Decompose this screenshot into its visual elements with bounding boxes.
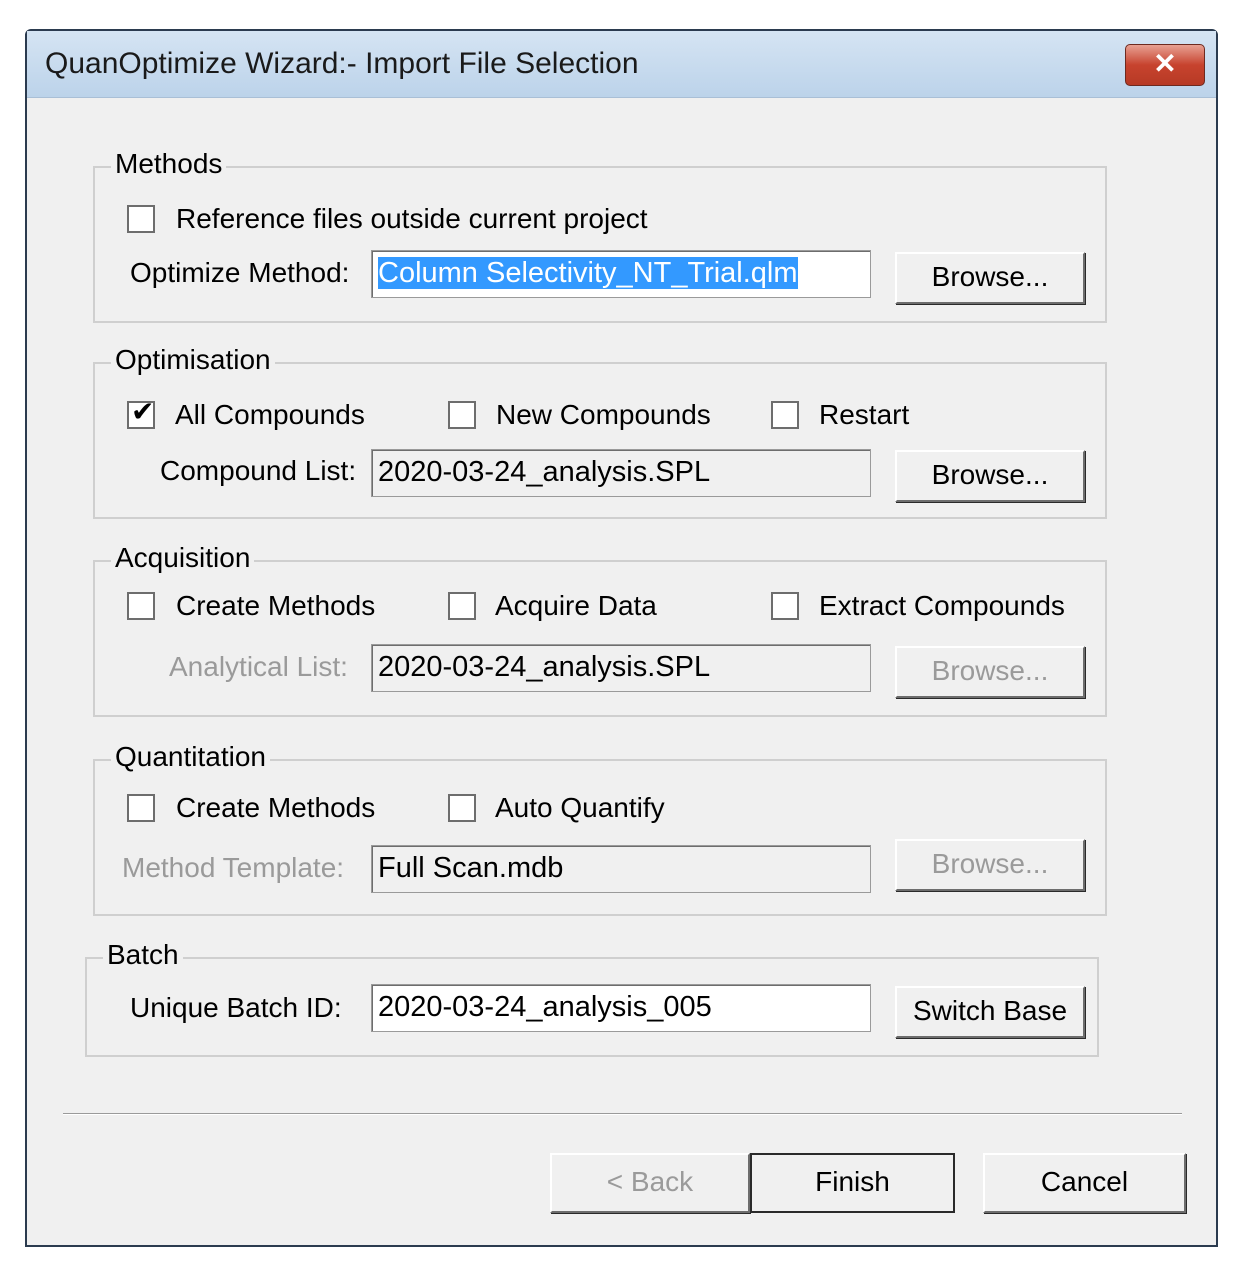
all-compounds-checkbox[interactable]: ✔ bbox=[127, 397, 155, 429]
check-mark-icon: ✔ bbox=[131, 396, 155, 427]
ref-outside-label: Reference files outside current project bbox=[176, 203, 648, 234]
acquisition-browse-button: Browse... bbox=[895, 646, 1085, 698]
ref-outside-checkbox[interactable] bbox=[127, 205, 155, 233]
acq-create-methods-label: Create Methods bbox=[176, 590, 376, 621]
new-compounds-label: New Compounds bbox=[496, 399, 711, 430]
all-compounds-label: All Compounds bbox=[175, 399, 365, 430]
auto-quantify-checkbox[interactable] bbox=[448, 794, 476, 822]
quantitation-group: Quantitation Create Methods Auto Quantif… bbox=[93, 741, 1107, 916]
unique-batch-id-input[interactable]: 2020-03-24_analysis_005 bbox=[371, 984, 871, 1032]
optimize-method-value: Column Selectivity_NT_Trial.qlm bbox=[378, 257, 798, 289]
extract-compounds-label: Extract Compounds bbox=[819, 590, 1065, 621]
cancel-button[interactable]: Cancel bbox=[983, 1153, 1186, 1213]
compound-list-label: Compound List: bbox=[160, 455, 357, 486]
finish-button[interactable]: Finish bbox=[750, 1153, 955, 1213]
quantitation-browse-button: Browse... bbox=[895, 839, 1085, 891]
acquire-data-label: Acquire Data bbox=[495, 590, 657, 621]
auto-quantify-label: Auto Quantify bbox=[495, 792, 665, 823]
restart-label: Restart bbox=[819, 399, 910, 430]
acquisition-group-title: Acquisition bbox=[111, 542, 255, 574]
analytical-list-label: Analytical List: bbox=[169, 651, 348, 682]
title-bar[interactable]: QuanOptimize Wizard:- Import File Select… bbox=[27, 31, 1216, 98]
window-title: QuanOptimize Wizard:- Import File Select… bbox=[45, 47, 639, 80]
optimize-method-label: Optimize Method: bbox=[130, 257, 350, 288]
methods-group: Methods Reference files outside current … bbox=[93, 148, 1107, 323]
method-template-field: Full Scan.mdb bbox=[371, 845, 871, 893]
close-button[interactable]: ✕ bbox=[1125, 44, 1205, 86]
extract-compounds-checkbox[interactable] bbox=[771, 592, 799, 620]
wizard-window: QuanOptimize Wizard:- Import File Select… bbox=[25, 29, 1218, 1247]
optimize-method-field[interactable]: Column Selectivity_NT_Trial.qlm bbox=[371, 250, 871, 298]
quantitation-group-title: Quantitation bbox=[111, 741, 270, 773]
method-template-label: Method Template: bbox=[122, 852, 345, 883]
optimisation-group: Optimisation ✔ All Compounds New Compoun… bbox=[93, 344, 1107, 519]
restart-checkbox[interactable] bbox=[771, 401, 799, 429]
analytical-list-field: 2020-03-24_analysis.SPL bbox=[371, 644, 871, 692]
acq-create-methods-checkbox[interactable] bbox=[127, 592, 155, 620]
footer-divider bbox=[63, 1113, 1182, 1115]
batch-group: Batch Unique Batch ID: 2020-03-24_analys… bbox=[85, 939, 1099, 1057]
optimisation-group-title: Optimisation bbox=[111, 344, 275, 376]
new-compounds-checkbox[interactable] bbox=[448, 401, 476, 429]
switch-base-button[interactable]: Switch Base bbox=[895, 986, 1085, 1038]
quant-create-methods-checkbox[interactable] bbox=[127, 794, 155, 822]
optimisation-browse-button[interactable]: Browse... bbox=[895, 450, 1085, 502]
acquire-data-checkbox[interactable] bbox=[448, 592, 476, 620]
methods-browse-button[interactable]: Browse... bbox=[895, 252, 1085, 304]
batch-group-title: Batch bbox=[103, 939, 183, 971]
unique-batch-id-label: Unique Batch ID: bbox=[130, 992, 342, 1023]
close-icon: ✕ bbox=[1153, 48, 1177, 79]
compound-list-field[interactable]: 2020-03-24_analysis.SPL bbox=[371, 449, 871, 497]
quant-create-methods-label: Create Methods bbox=[176, 792, 376, 823]
acquisition-group: Acquisition Create Methods Acquire Data … bbox=[93, 542, 1107, 717]
back-button: < Back bbox=[550, 1153, 750, 1213]
methods-group-title: Methods bbox=[111, 148, 227, 180]
